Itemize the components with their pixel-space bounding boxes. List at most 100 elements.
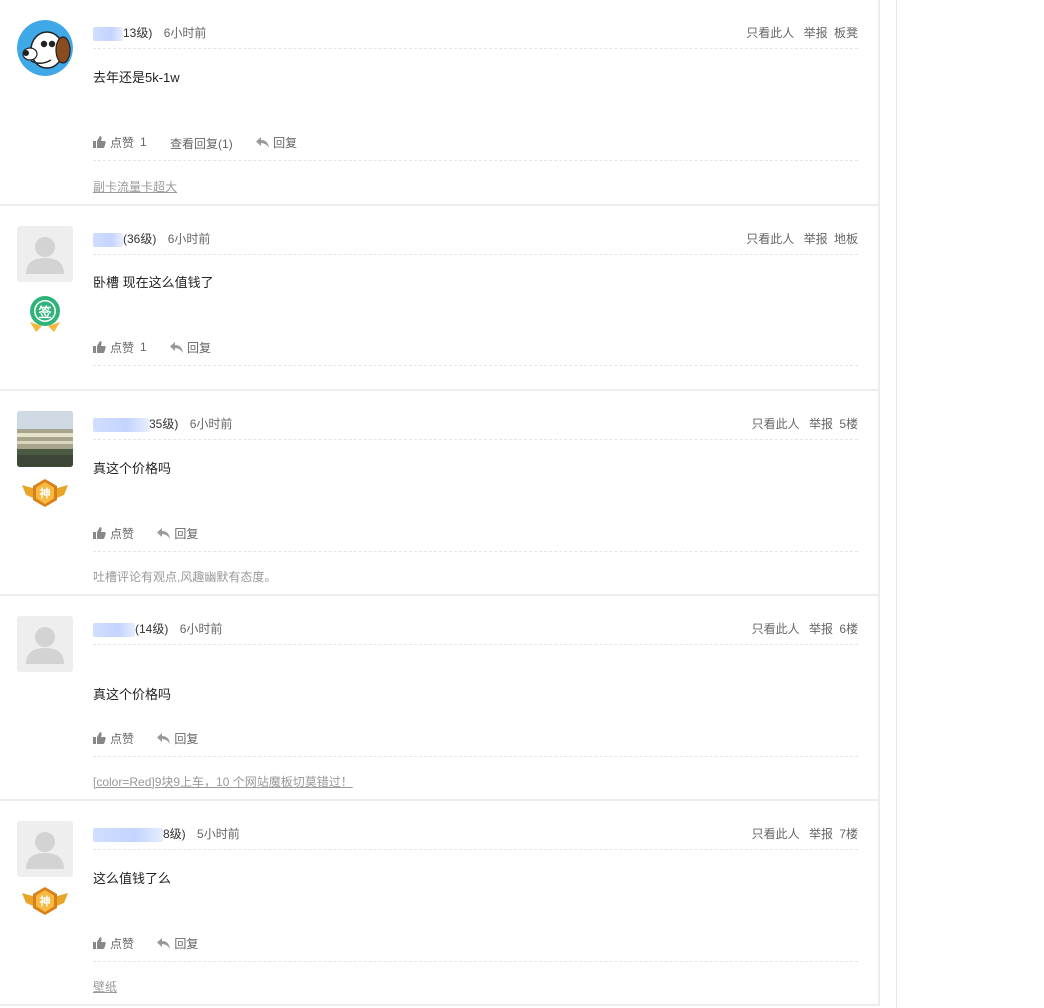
god-medal: 神 [22, 885, 68, 925]
post-content: (36级) 6小时前 只看此人 举报 地板 卧槽 现在这么值钱了 点赞 1 回复 [93, 226, 858, 366]
reply-label: 回复 [273, 136, 298, 150]
post-time: 5小时前 [197, 827, 240, 841]
reply-arrow-icon [157, 528, 171, 539]
blurred-username [93, 26, 123, 41]
report-link[interactable]: 举报 [804, 26, 828, 40]
user-level: 13级) [123, 26, 153, 40]
only-this-user-link[interactable]: 只看此人 [752, 622, 800, 636]
thumbs-up-icon [93, 527, 106, 539]
username[interactable]: (36级) 6小时前 [93, 230, 210, 247]
blurred-username [93, 232, 123, 247]
user-level: (14级) [135, 622, 169, 636]
report-link[interactable]: 举报 [809, 827, 833, 841]
like-count: 1 [140, 340, 147, 354]
avatar[interactable] [17, 821, 73, 877]
only-this-user-link[interactable]: 只看此人 [746, 232, 794, 246]
reply-label: 回复 [174, 732, 199, 746]
god-medal: 神 [22, 477, 68, 517]
user-signature[interactable]: [color=Red]9块9上车，10 个网站魔板切莫错过！ [93, 773, 353, 790]
blurred-username [93, 827, 163, 842]
username[interactable]: 8级) 5小时前 [93, 825, 240, 842]
post-ops: 只看此人 举报 板凳 [740, 24, 858, 41]
blurred-username [93, 622, 135, 637]
thumbs-up-icon [93, 136, 106, 148]
reply-button[interactable]: 回复 [157, 729, 198, 749]
post-content: 8级) 5小时前 只看此人 举报 7楼 这么值钱了么 点赞 回复 壁纸 [93, 821, 858, 994]
floor-label: 地板 [833, 232, 858, 246]
user-signature[interactable]: 壁纸 [93, 978, 117, 995]
reply-button[interactable]: 回复 [157, 934, 198, 954]
report-link[interactable]: 举报 [809, 622, 833, 636]
post-ops: 只看此人 举报 地板 [740, 230, 858, 247]
post-actions: 点赞 回复 [93, 523, 858, 552]
post-ops: 只看此人 举报 5楼 [746, 415, 858, 432]
report-link[interactable]: 举报 [804, 232, 828, 246]
default-avatar-icon [17, 616, 73, 672]
reply-post: 签 (36级) 6小时前 只看此人 举报 地板 卧槽 现在这么值钱了 点赞 1 … [0, 206, 878, 391]
like-button[interactable]: 点赞 1 [93, 132, 147, 152]
like-button[interactable]: 点赞 [93, 523, 134, 543]
reply-button[interactable]: 回复 [170, 338, 211, 358]
avatar[interactable] [17, 616, 73, 672]
floor-label: 5楼 [839, 417, 858, 431]
like-button[interactable]: 点赞 1 [93, 337, 147, 357]
only-this-user-link[interactable]: 只看此人 [752, 417, 800, 431]
avatar[interactable] [17, 226, 73, 282]
reply-post: 神 8级) 5小时前 只看此人 举报 7楼 这么值钱了么 点赞 回复 壁纸 [0, 801, 878, 1006]
post-text: 去年还是5k-1w [93, 70, 180, 85]
reply-arrow-icon [256, 137, 270, 148]
reply-button[interactable]: 回复 [157, 524, 198, 544]
default-avatar-icon [17, 226, 73, 282]
post-content: 35级) 6小时前 只看此人 举报 5楼 真这个价格吗 点赞 回复 吐槽评论有观… [93, 411, 858, 584]
post-ops: 只看此人 举报 7楼 [746, 825, 858, 842]
only-this-user-link[interactable]: 只看此人 [746, 26, 794, 40]
post-text: 真这个价格吗 [93, 461, 172, 476]
post-text: 卧槽 现在这么值钱了 [93, 275, 214, 290]
username[interactable]: 35级) 6小时前 [93, 415, 232, 432]
medal-text: 神 [39, 488, 51, 500]
thumbs-up-icon [93, 937, 106, 949]
view-replies-button[interactable]: 查看回复(1) [170, 134, 233, 154]
reply-arrow-icon [157, 733, 171, 744]
post-header: 8级) 5小时前 只看此人 举报 7楼 [93, 821, 858, 850]
like-count: 1 [140, 135, 147, 149]
avatar[interactable] [17, 411, 73, 467]
photo-avatar-icon [17, 411, 73, 467]
post-content: (14级) 6小时前 只看此人 举报 6楼 真这个价格吗 点赞 回复 [colo… [93, 616, 858, 789]
post-ops: 只看此人 举报 6楼 [746, 620, 858, 637]
like-label: 点赞 [110, 135, 135, 150]
post-content: 13级) 6小时前 只看此人 举报 板凳 去年还是5k-1w 点赞 1 查看回复… [93, 20, 858, 194]
floor-label: 7楼 [839, 827, 858, 841]
reply-label: 回复 [187, 341, 212, 355]
like-button[interactable]: 点赞 [93, 728, 134, 748]
floor-label: 板凳 [833, 26, 858, 40]
reply-label: 回复 [174, 527, 199, 541]
reply-arrow-icon [157, 938, 171, 949]
post-time: 6小时前 [163, 26, 207, 40]
like-button[interactable]: 点赞 [93, 933, 134, 953]
floor-label: 6楼 [839, 622, 858, 636]
post-actions: 点赞 1 查看回复(1) 回复 [93, 132, 858, 161]
post-header: 35级) 6小时前 只看此人 举报 5楼 [93, 411, 858, 440]
username[interactable]: (14级) 6小时前 [93, 620, 222, 637]
post-time: 6小时前 [167, 232, 211, 246]
post-actions: 点赞 回复 [93, 728, 858, 757]
sidebar-divider [896, 0, 897, 1008]
post-text: 这么值钱了么 [93, 871, 172, 886]
only-this-user-link[interactable]: 只看此人 [752, 827, 800, 841]
like-label: 点赞 [110, 340, 135, 355]
user-signature[interactable]: 副卡流量卡超大 [93, 178, 177, 195]
reply-button[interactable]: 回复 [256, 133, 297, 153]
post-header: (14级) 6小时前 只看此人 举报 6楼 [93, 616, 858, 645]
checkin-medal: 签 [22, 294, 68, 334]
avatar[interactable] [17, 20, 73, 76]
medal-text: 神 [39, 896, 51, 908]
reply-label: 回复 [174, 937, 199, 951]
like-label: 点赞 [110, 936, 135, 951]
report-link[interactable]: 举报 [809, 417, 833, 431]
post-time: 6小时前 [189, 417, 233, 431]
reply-post: 13级) 6小时前 只看此人 举报 板凳 去年还是5k-1w 点赞 1 查看回复… [0, 0, 878, 206]
username[interactable]: 13级) 6小时前 [93, 24, 206, 41]
user-level: 35级) [149, 417, 179, 431]
dog-avatar-icon [17, 20, 73, 76]
